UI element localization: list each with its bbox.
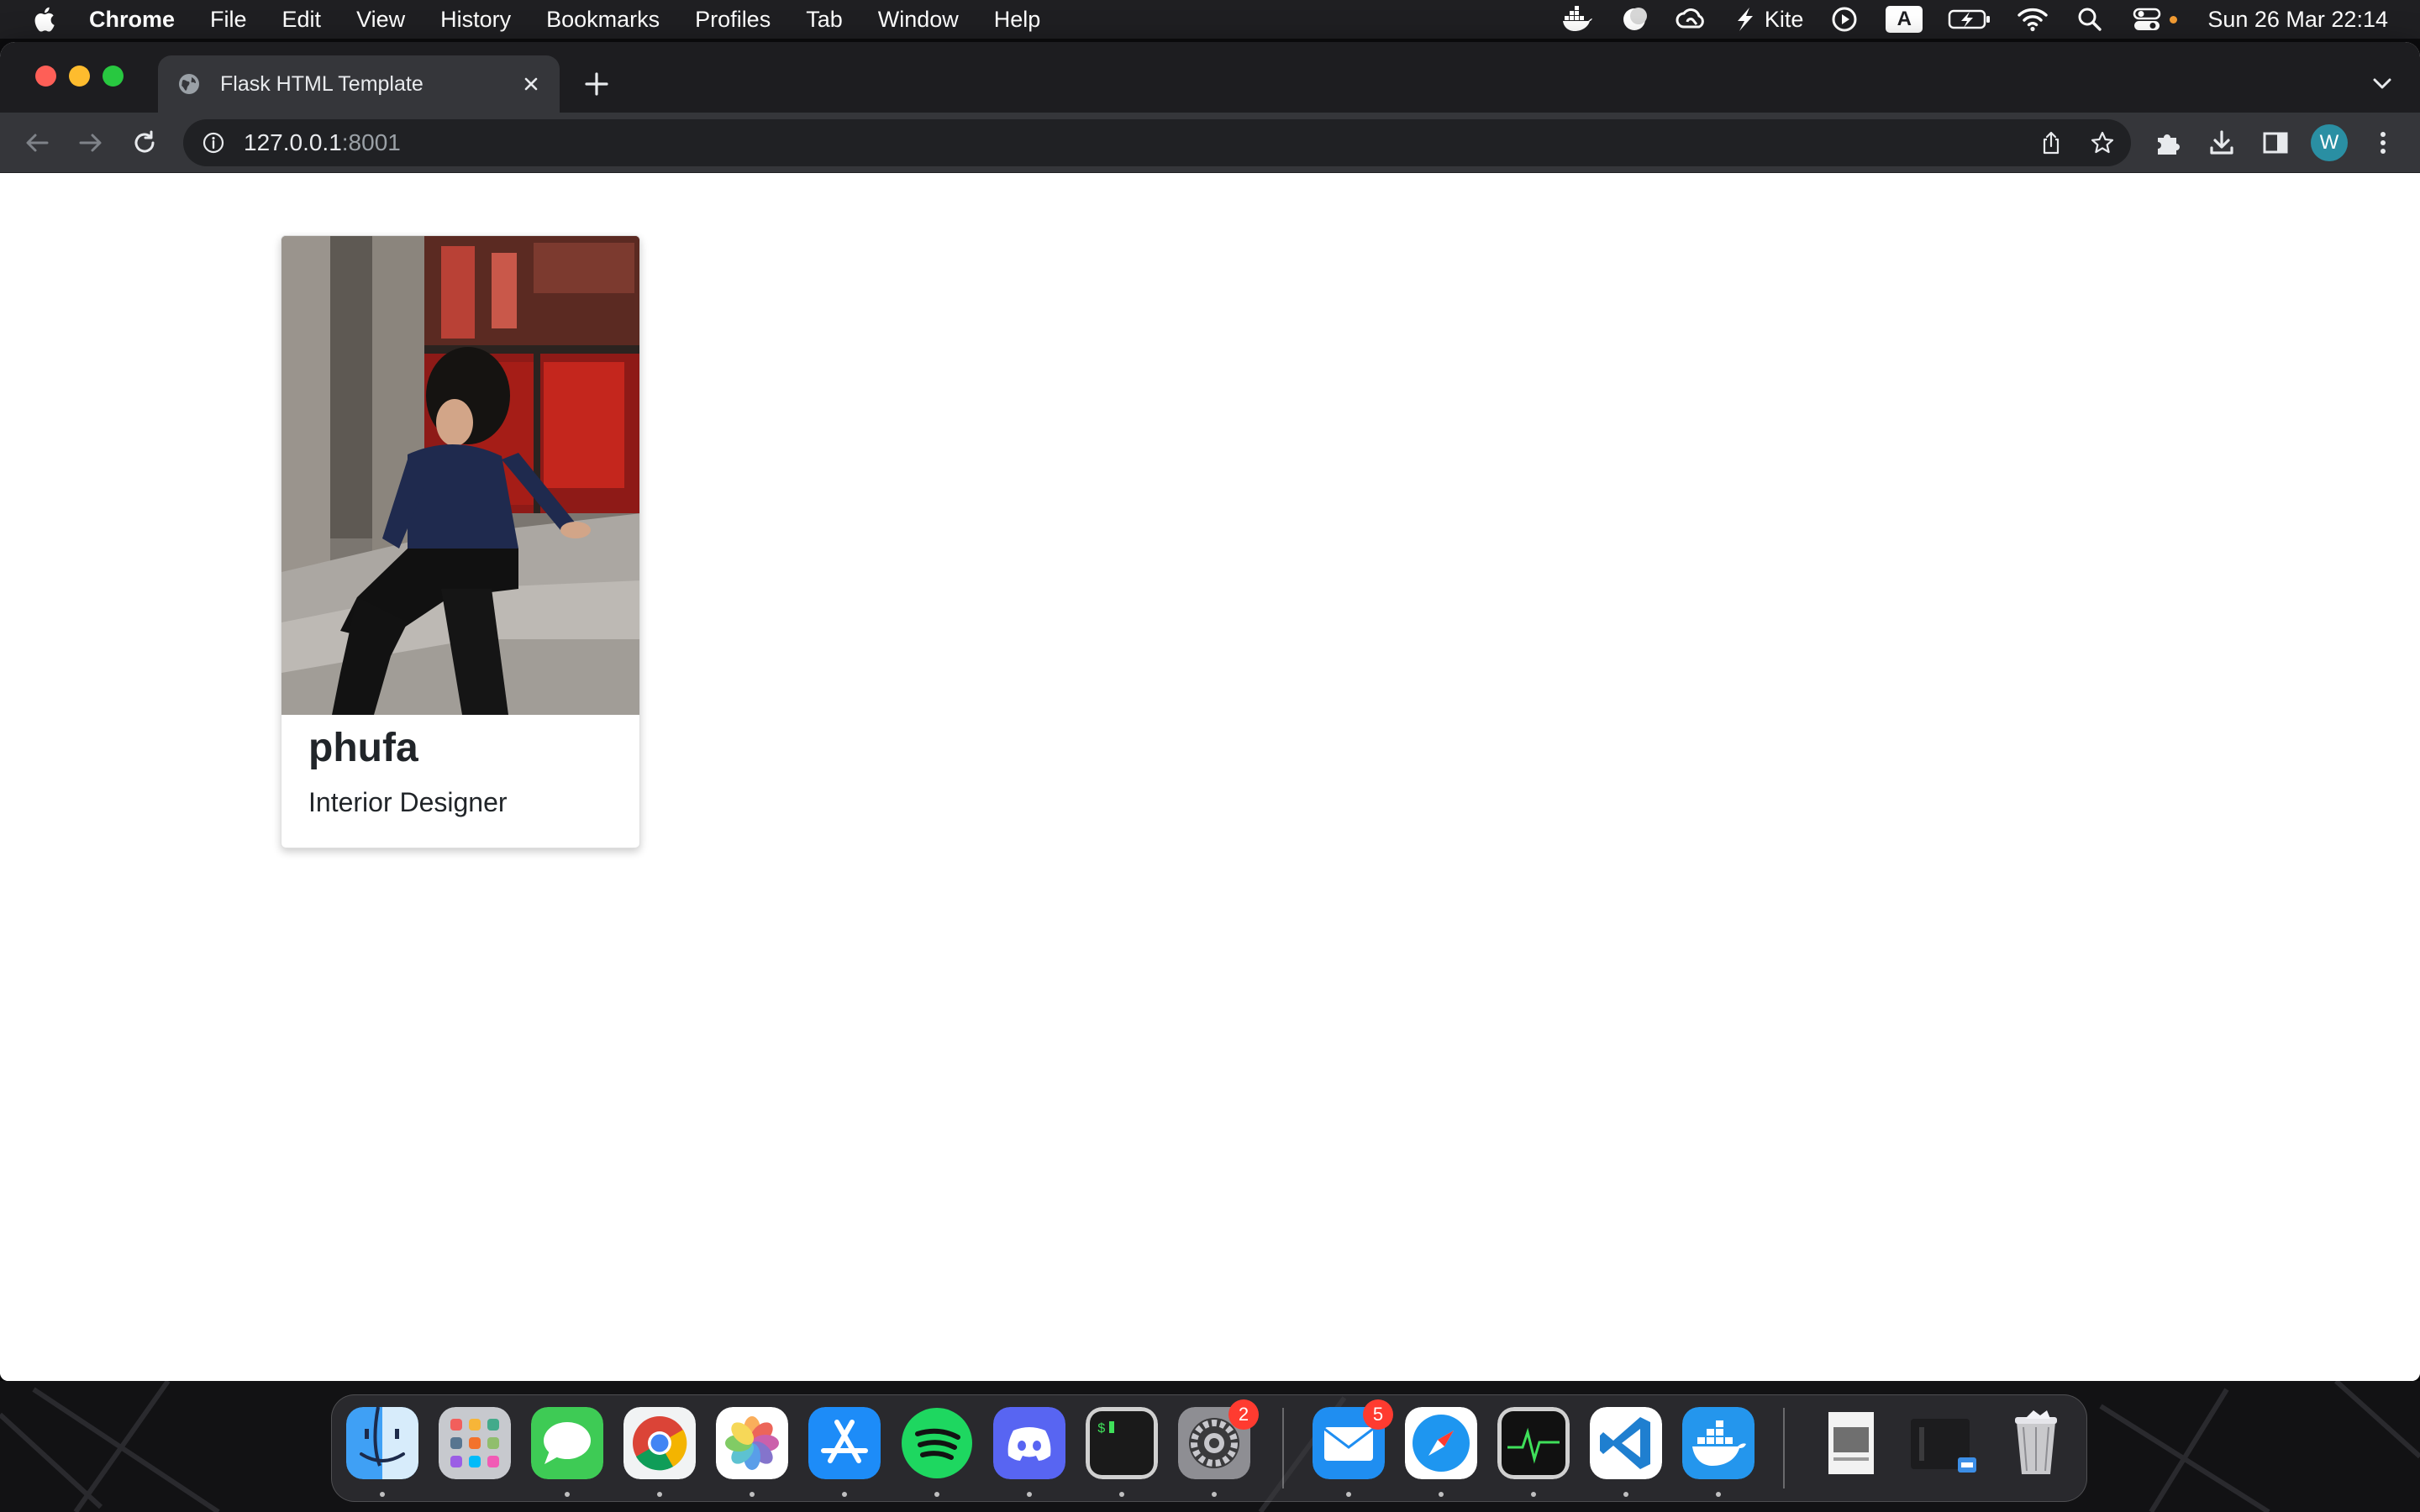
running-indicator	[1212, 1492, 1217, 1497]
chrome-icon[interactable]	[623, 1407, 696, 1479]
menu-app-chrome[interactable]: Chrome	[89, 7, 175, 33]
running-indicator	[565, 1492, 570, 1497]
running-indicator	[657, 1492, 662, 1497]
svg-text:$: $	[1097, 1421, 1106, 1436]
menu-bookmarks[interactable]: Bookmarks	[546, 7, 660, 33]
running-indicator	[380, 1492, 385, 1497]
minimize-window-button[interactable]	[69, 66, 90, 87]
input-source-label: A	[1886, 6, 1923, 33]
share-icon[interactable]	[2039, 130, 2064, 155]
moon-icon[interactable]	[1618, 4, 1650, 34]
spotlight-icon[interactable]	[2074, 4, 2106, 34]
mail-badge: 5	[1363, 1399, 1393, 1430]
running-indicator	[1439, 1492, 1444, 1497]
chevron-down-icon[interactable]	[2370, 71, 2395, 96]
fullscreen-window-button[interactable]	[103, 66, 124, 87]
url-port: :8001	[341, 129, 401, 155]
profile-name: phufa	[308, 726, 418, 770]
preview-document-icon[interactable]	[1815, 1407, 1887, 1479]
play-icon[interactable]	[1828, 4, 1860, 34]
download-icon[interactable]	[2207, 128, 2237, 158]
control-center-icon[interactable]	[2131, 4, 2178, 34]
dock-separator	[1282, 1408, 1284, 1488]
menu-file[interactable]: File	[210, 7, 247, 33]
menu-view[interactable]: View	[356, 7, 405, 33]
tab-strip: Flask HTML Template	[0, 42, 2420, 113]
reload-icon[interactable]	[129, 128, 160, 158]
profile-photo	[281, 236, 639, 715]
close-tab-icon[interactable]	[519, 72, 543, 96]
kite-icon	[1737, 8, 1753, 31]
browser-toolbar: 127.0.0.1:8001 W	[0, 113, 2420, 173]
forward-arrow-icon[interactable]	[76, 128, 106, 158]
docker-icon[interactable]	[1561, 4, 1593, 34]
kite-status[interactable]: Kite	[1733, 6, 1804, 33]
page-viewport: phufa Interior Designer	[0, 173, 2420, 1381]
mic-in-use-dot	[2170, 15, 2178, 24]
menu-bar: Chrome File Edit View History Bookmarks …	[0, 0, 2420, 39]
running-indicator	[934, 1492, 939, 1497]
menu-window[interactable]: Window	[878, 7, 959, 33]
running-indicator	[1027, 1492, 1032, 1497]
menu-history[interactable]: History	[440, 7, 511, 33]
more-menu-icon[interactable]	[2368, 128, 2398, 158]
apple-icon[interactable]	[30, 4, 60, 34]
back-arrow-icon[interactable]	[22, 128, 52, 158]
vscode-icon[interactable]	[1590, 1407, 1662, 1479]
discord-icon[interactable]	[993, 1407, 1065, 1479]
trash-icon[interactable]	[2000, 1407, 2072, 1479]
wifi-icon[interactable]	[2017, 4, 2049, 34]
input-source-icon[interactable]: A	[1886, 6, 1923, 33]
menubar-clock[interactable]: Sun 26 Mar 22:14	[2207, 7, 2388, 33]
profile-avatar[interactable]: W	[2311, 124, 2348, 161]
profile-card[interactable]: phufa Interior Designer	[281, 235, 640, 848]
creative-cloud-icon[interactable]	[1676, 4, 1707, 34]
running-indicator	[1531, 1492, 1536, 1497]
chrome-window: Flask HTML Template 127.0.0.1:8001 W phu…	[0, 42, 2420, 1381]
launchpad-icon[interactable]	[439, 1407, 511, 1479]
messages-icon[interactable]	[531, 1407, 603, 1479]
menu-edit[interactable]: Edit	[282, 7, 322, 33]
menu-tab[interactable]: Tab	[806, 7, 843, 33]
menu-profiles[interactable]: Profiles	[695, 7, 771, 33]
address-bar[interactable]: 127.0.0.1:8001	[183, 119, 2131, 166]
docker-app-icon[interactable]	[1682, 1407, 1754, 1479]
tab-flask-template[interactable]: Flask HTML Template	[158, 55, 560, 113]
running-indicator	[842, 1492, 847, 1497]
activity-monitor-icon[interactable]	[1497, 1407, 1570, 1479]
info-icon[interactable]	[202, 131, 225, 155]
running-indicator	[1119, 1492, 1124, 1497]
url-host: 127.0.0.1	[244, 129, 342, 155]
running-indicator	[1623, 1492, 1628, 1497]
status-area: Kite A Sun 26 Mar 22:14	[1536, 0, 2388, 39]
side-panel-icon[interactable]	[2260, 128, 2291, 158]
system-preferences-badge: 2	[1228, 1399, 1259, 1430]
url-text: 127.0.0.1:8001	[244, 129, 401, 156]
app-store-icon[interactable]	[808, 1407, 881, 1479]
close-window-button[interactable]	[35, 66, 56, 87]
new-tab-icon[interactable]	[580, 67, 613, 101]
battery-charging-icon[interactable]	[1948, 4, 1991, 34]
running-indicator	[750, 1492, 755, 1497]
globe-icon	[179, 74, 199, 94]
running-indicator	[1346, 1492, 1351, 1497]
spotify-icon[interactable]	[901, 1407, 973, 1479]
photos-icon[interactable]	[716, 1407, 788, 1479]
bookmark-star-icon[interactable]	[2089, 129, 2116, 156]
kite-label: Kite	[1764, 6, 1804, 32]
profile-role: Interior Designer	[308, 787, 508, 817]
tab-title: Flask HTML Template	[220, 71, 424, 96]
extensions-puzzle-icon[interactable]	[2153, 128, 2183, 158]
terminal-icon[interactable]: $	[1086, 1407, 1158, 1479]
finder-icon[interactable]	[346, 1407, 418, 1479]
running-indicator	[1716, 1492, 1721, 1497]
menu-help[interactable]: Help	[994, 7, 1041, 33]
downloads-stack-icon[interactable]	[1907, 1407, 1980, 1479]
safari-icon[interactable]	[1405, 1407, 1477, 1479]
dock-separator-2	[1783, 1408, 1785, 1488]
